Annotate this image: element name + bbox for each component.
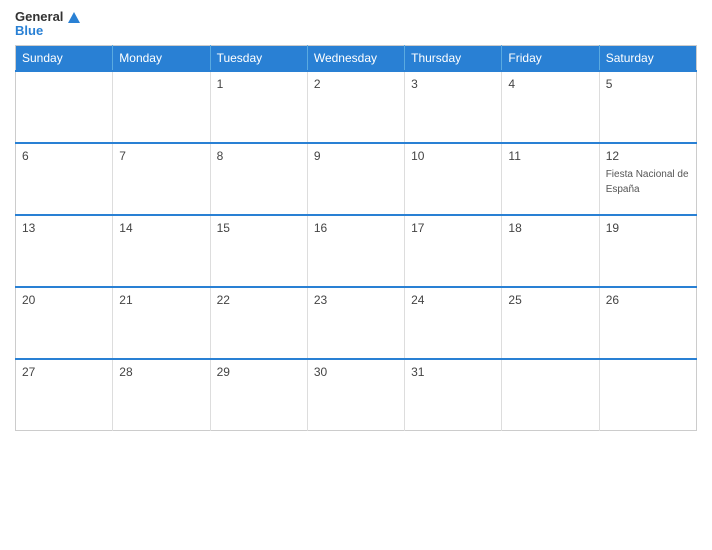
day-number: 13 xyxy=(22,221,106,235)
day-number: 16 xyxy=(314,221,398,235)
calendar-cell: 5 xyxy=(599,71,696,143)
calendar-cell: 10 xyxy=(405,143,502,215)
calendar-cell: 9 xyxy=(307,143,404,215)
day-number: 28 xyxy=(119,365,203,379)
calendar-day-header: Tuesday xyxy=(210,45,307,71)
calendar-header-row: SundayMondayTuesdayWednesdayThursdayFrid… xyxy=(16,45,697,71)
calendar-cell: 23 xyxy=(307,287,404,359)
calendar-cell: 13 xyxy=(16,215,113,287)
day-number: 2 xyxy=(314,77,398,91)
calendar-cell: 12 Fiesta Nacional de España xyxy=(599,143,696,215)
calendar-cell: 3 xyxy=(405,71,502,143)
day-number: 22 xyxy=(217,293,301,307)
day-number: 1 xyxy=(217,77,301,91)
day-number: 27 xyxy=(22,365,106,379)
calendar-cell: 19 xyxy=(599,215,696,287)
calendar-cell: 8 xyxy=(210,143,307,215)
calendar-week-row: 13 14 15 16 17 18 19 xyxy=(16,215,697,287)
logo-triangle-icon xyxy=(68,12,80,23)
calendar-cell xyxy=(502,359,599,431)
header: General Blue xyxy=(15,10,697,39)
calendar-week-row: 6789 10 11 12 Fiesta Nacional de España xyxy=(16,143,697,215)
calendar-cell xyxy=(599,359,696,431)
calendar-cell: 2 xyxy=(307,71,404,143)
day-number: 20 xyxy=(22,293,106,307)
day-number: 24 xyxy=(411,293,495,307)
calendar-cell: 16 xyxy=(307,215,404,287)
calendar-cell: 24 xyxy=(405,287,502,359)
logo: General Blue xyxy=(15,10,80,39)
calendar-cell: 14 xyxy=(113,215,210,287)
day-number: 31 xyxy=(411,365,495,379)
day-number: 23 xyxy=(314,293,398,307)
calendar-cell: 29 xyxy=(210,359,307,431)
calendar-week-row: 12345 xyxy=(16,71,697,143)
calendar-cell: 30 xyxy=(307,359,404,431)
day-number: 10 xyxy=(411,149,495,163)
page: General Blue SundayMondayTuesdayWednesda… xyxy=(0,0,712,550)
day-number: 19 xyxy=(606,221,690,235)
day-number: 3 xyxy=(411,77,495,91)
event-label: Fiesta Nacional de España xyxy=(606,169,689,195)
calendar-day-header: Monday xyxy=(113,45,210,71)
calendar-day-header: Friday xyxy=(502,45,599,71)
calendar-cell: 28 xyxy=(113,359,210,431)
day-number: 26 xyxy=(606,293,690,307)
logo-general: General xyxy=(15,10,63,24)
calendar-week-row: 27 28 29 30 31 xyxy=(16,359,697,431)
calendar-cell xyxy=(113,71,210,143)
day-number: 14 xyxy=(119,221,203,235)
day-number: 21 xyxy=(119,293,203,307)
calendar-cell: 27 xyxy=(16,359,113,431)
calendar-cell: 4 xyxy=(502,71,599,143)
logo-blue: Blue xyxy=(15,24,43,38)
day-number: 8 xyxy=(217,149,301,163)
calendar-cell: 11 xyxy=(502,143,599,215)
calendar-day-header: Thursday xyxy=(405,45,502,71)
day-number: 30 xyxy=(314,365,398,379)
calendar-cell: 22 xyxy=(210,287,307,359)
calendar-cell: 21 xyxy=(113,287,210,359)
calendar-cell: 20 xyxy=(16,287,113,359)
calendar-cell: 25 xyxy=(502,287,599,359)
day-number: 15 xyxy=(217,221,301,235)
day-number: 17 xyxy=(411,221,495,235)
calendar-week-row: 20 21 22 23 24 25 26 xyxy=(16,287,697,359)
calendar-cell: 26 xyxy=(599,287,696,359)
calendar-day-header: Sunday xyxy=(16,45,113,71)
day-number: 12 xyxy=(606,149,690,163)
calendar-table: SundayMondayTuesdayWednesdayThursdayFrid… xyxy=(15,45,697,432)
day-number: 9 xyxy=(314,149,398,163)
calendar-cell xyxy=(16,71,113,143)
day-number: 18 xyxy=(508,221,592,235)
calendar-cell: 6 xyxy=(16,143,113,215)
day-number: 25 xyxy=(508,293,592,307)
day-number: 5 xyxy=(606,77,690,91)
calendar-day-header: Wednesday xyxy=(307,45,404,71)
calendar-cell: 7 xyxy=(113,143,210,215)
calendar-cell: 31 xyxy=(405,359,502,431)
day-number: 4 xyxy=(508,77,592,91)
day-number: 11 xyxy=(508,149,592,163)
calendar-day-header: Saturday xyxy=(599,45,696,71)
calendar-cell: 17 xyxy=(405,215,502,287)
day-number: 6 xyxy=(22,149,106,163)
calendar-cell: 15 xyxy=(210,215,307,287)
calendar-cell: 18 xyxy=(502,215,599,287)
day-number: 29 xyxy=(217,365,301,379)
calendar-cell: 1 xyxy=(210,71,307,143)
day-number: 7 xyxy=(119,149,203,163)
